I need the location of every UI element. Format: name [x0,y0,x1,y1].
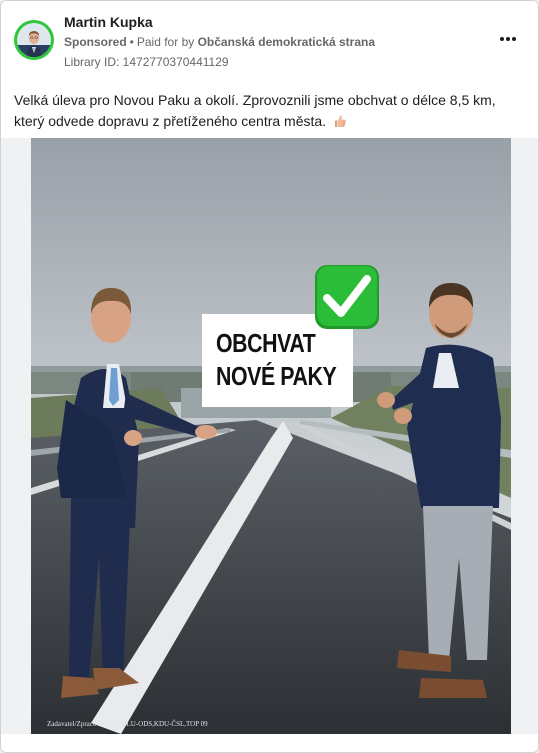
author-name[interactable]: Martin Kupka [64,14,153,30]
post-text: Velká úleva pro Novou Paku a okolí. Zpro… [14,92,496,129]
ad-credit: Zadavatel/Zpracovatel: SPOLU-ODS,KDU-ČSL… [47,720,208,728]
more-options-button[interactable] [496,31,520,47]
post-body: Velká úleva pro Novou Paku a okolí. Zpro… [14,90,526,132]
check-mark-icon [315,265,379,329]
photo-scene [31,138,511,734]
meta-separator: • [129,35,134,49]
campaign-photo[interactable]: OBCHVAT NOVÉ PAKY Zadavatel/Zpracovatel:… [31,138,511,734]
ad-post-card: Martin Kupka Sponsored • Paid for by Občan… [0,0,539,753]
sponsored-meta: Sponsored • Paid for by Občanská demokrati… [64,35,375,49]
profile-photo [17,23,51,57]
sponsored-label: Sponsored [64,35,127,49]
library-id: Library ID: 1472770370441129 [64,55,229,69]
avatar[interactable] [14,20,54,60]
payer-name[interactable]: Občanská demokratická strana [198,35,375,49]
more-options-icon-dot [512,37,516,41]
more-options-icon-dot [506,37,510,41]
sign-line-2: NOVÉ PAKY [216,361,337,391]
more-options-icon [500,37,504,41]
sign-line-1: OBCHVAT [216,328,316,358]
paid-for-prefix: Paid for by [136,35,195,49]
post-header: Martin Kupka Sponsored • Paid for by Občan… [1,1,538,81]
thumbs-up-emoji-icon [334,115,346,127]
